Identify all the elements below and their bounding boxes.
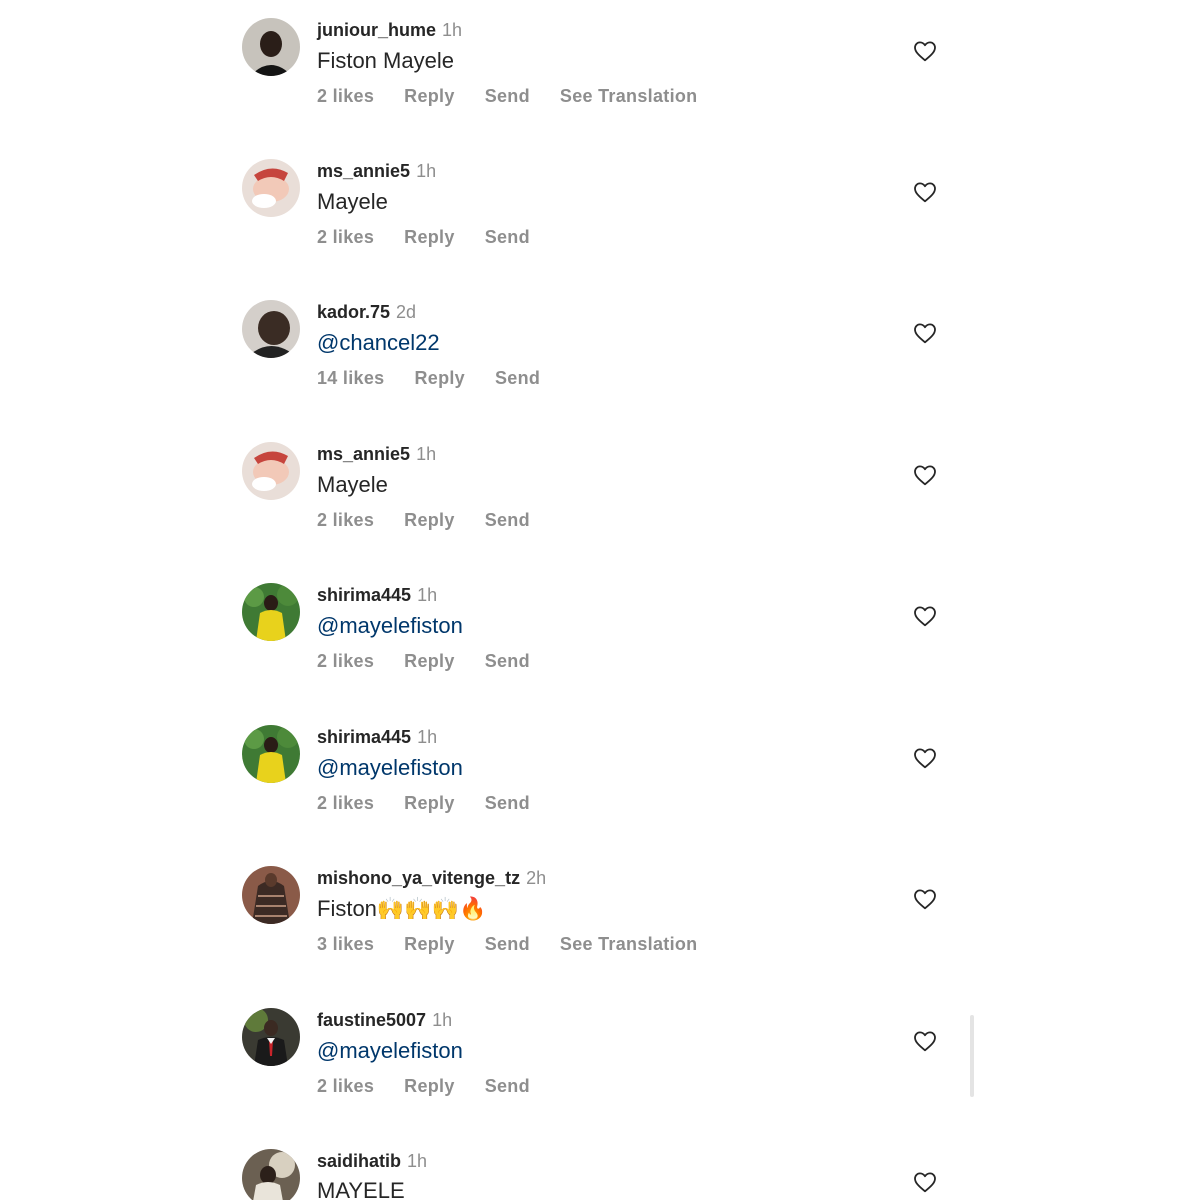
comment-item: ms_annie5 1h Mayele 2 likes Reply Send <box>242 442 942 572</box>
comment-header: kador.75 2d <box>317 300 416 324</box>
heart-outline-icon[interactable] <box>913 1030 937 1052</box>
username-link[interactable]: shirima445 <box>317 727 411 747</box>
comment-text: Fiston🙌🙌🙌🔥 <box>317 896 487 921</box>
mention-link[interactable]: @chancel22 <box>317 328 440 358</box>
comment-item: kador.75 2d @chancel22 14 likes Reply Send <box>242 300 942 430</box>
comment-text: Mayele <box>317 472 388 497</box>
send-button[interactable]: Send <box>485 791 530 815</box>
comment-item: saidihatib 1h MAYELE <box>242 1149 942 1200</box>
comment-text: Fiston Mayele <box>317 48 454 73</box>
likes-count[interactable]: 2 likes <box>317 649 374 673</box>
heart-outline-icon[interactable] <box>913 322 937 344</box>
comment-actions: 2 likes Reply Send <box>317 1074 560 1098</box>
likes-count[interactable]: 14 likes <box>317 366 384 390</box>
username-link[interactable]: ms_annie5 <box>317 161 410 181</box>
reply-button[interactable]: Reply <box>404 932 455 956</box>
heart-outline-icon[interactable] <box>913 605 937 627</box>
username-link[interactable]: shirima445 <box>317 585 411 605</box>
avatar[interactable] <box>242 18 300 76</box>
heart-outline-icon[interactable] <box>913 888 937 910</box>
avatar[interactable] <box>242 583 300 641</box>
heart-outline-icon[interactable] <box>913 1171 937 1193</box>
avatar[interactable] <box>242 300 300 358</box>
username-link[interactable]: juniour_hume <box>317 20 436 40</box>
send-button[interactable]: Send <box>485 225 530 249</box>
comment-actions: 2 likes Reply Send <box>317 225 560 249</box>
send-button[interactable]: Send <box>485 649 530 673</box>
send-button[interactable]: Send <box>485 508 530 532</box>
send-button[interactable]: Send <box>485 932 530 956</box>
heart-outline-icon[interactable] <box>913 747 937 769</box>
comment-header: shirima445 1h <box>317 583 437 607</box>
likes-count[interactable]: 2 likes <box>317 508 374 532</box>
likes-count[interactable]: 2 likes <box>317 791 374 815</box>
scrollbar[interactable] <box>970 1015 974 1097</box>
comment-header: ms_annie5 1h <box>317 442 436 466</box>
comment-item: mishono_ya_vitenge_tz 2h Fiston🙌🙌🙌🔥 3 lik… <box>242 866 942 996</box>
reply-button[interactable]: Reply <box>404 84 455 108</box>
mention-link[interactable]: @mayelefiston <box>317 611 463 641</box>
timestamp: 1h <box>407 1151 428 1171</box>
likes-count[interactable]: 2 likes <box>317 225 374 249</box>
comment-item: shirima445 1h @mayelefiston 2 likes Reply S… <box>242 725 942 855</box>
likes-count[interactable]: 3 likes <box>317 932 374 956</box>
send-button[interactable]: Send <box>485 1074 530 1098</box>
timestamp: 2h <box>526 868 547 888</box>
username-link[interactable]: mishono_ya_vitenge_tz <box>317 868 520 888</box>
timestamp: 1h <box>416 444 437 464</box>
timestamp: 1h <box>442 20 463 40</box>
username-link[interactable]: faustine5007 <box>317 1010 426 1030</box>
avatar[interactable] <box>242 159 300 217</box>
avatar[interactable] <box>242 866 300 924</box>
comment-actions: 2 likes Reply Send <box>317 649 560 673</box>
mention-link[interactable]: @mayelefiston <box>317 753 463 783</box>
timestamp: 1h <box>432 1010 453 1030</box>
comment-item: ms_annie5 1h Mayele 2 likes Reply Send <box>242 159 942 289</box>
username-link[interactable]: saidihatib <box>317 1151 401 1171</box>
comment-header: faustine5007 1h <box>317 1008 452 1032</box>
comment-item: shirima445 1h @mayelefiston 2 likes Reply S… <box>242 583 942 713</box>
heart-outline-icon[interactable] <box>913 464 937 486</box>
username-link[interactable]: ms_annie5 <box>317 444 410 464</box>
comment-text: Mayele <box>317 189 388 214</box>
comment-actions: 14 likes Reply Send <box>317 366 570 390</box>
mention-link[interactable]: @mayelefiston <box>317 1036 463 1066</box>
likes-count[interactable]: 2 likes <box>317 1074 374 1098</box>
comment-actions: 2 likes Reply Send See Translation <box>317 84 727 108</box>
reply-button[interactable]: Reply <box>414 366 465 390</box>
reply-button[interactable]: Reply <box>404 1074 455 1098</box>
comment-header: juniour_hume 1h <box>317 18 462 42</box>
comment-header: shirima445 1h <box>317 725 437 749</box>
likes-count[interactable]: 2 likes <box>317 84 374 108</box>
reply-button[interactable]: Reply <box>404 791 455 815</box>
avatar[interactable] <box>242 1008 300 1066</box>
comment-actions: 3 likes Reply Send See Translation <box>317 932 727 956</box>
comment-item: faustine5007 1h @mayelefiston 2 likes Repl… <box>242 1008 942 1138</box>
send-button[interactable]: Send <box>495 366 540 390</box>
avatar[interactable] <box>242 725 300 783</box>
comment-text: MAYELE <box>317 1178 405 1200</box>
see-translation-button[interactable]: See Translation <box>560 932 698 956</box>
reply-button[interactable]: Reply <box>404 649 455 673</box>
timestamp: 1h <box>417 727 438 747</box>
comment-item: juniour_hume 1h Fiston Mayele 2 likes Repl… <box>242 18 942 148</box>
heart-outline-icon[interactable] <box>913 40 937 62</box>
timestamp: 2d <box>396 302 417 322</box>
avatar[interactable] <box>242 442 300 500</box>
comment-actions: 2 likes Reply Send <box>317 508 560 532</box>
timestamp: 1h <box>416 161 437 181</box>
timestamp: 1h <box>417 585 438 605</box>
reply-button[interactable]: Reply <box>404 225 455 249</box>
reply-button[interactable]: Reply <box>404 508 455 532</box>
username-link[interactable]: kador.75 <box>317 302 390 322</box>
comment-header: saidihatib 1h <box>317 1149 427 1173</box>
comments-panel: juniour_hume 1h Fiston Mayele 2 likes Repl… <box>0 0 1200 1200</box>
comment-actions: 2 likes Reply Send <box>317 791 560 815</box>
comment-header: mishono_ya_vitenge_tz 2h <box>317 866 546 890</box>
comment-header: ms_annie5 1h <box>317 159 436 183</box>
see-translation-button[interactable]: See Translation <box>560 84 698 108</box>
heart-outline-icon[interactable] <box>913 181 937 203</box>
send-button[interactable]: Send <box>485 84 530 108</box>
avatar[interactable] <box>242 1149 300 1200</box>
